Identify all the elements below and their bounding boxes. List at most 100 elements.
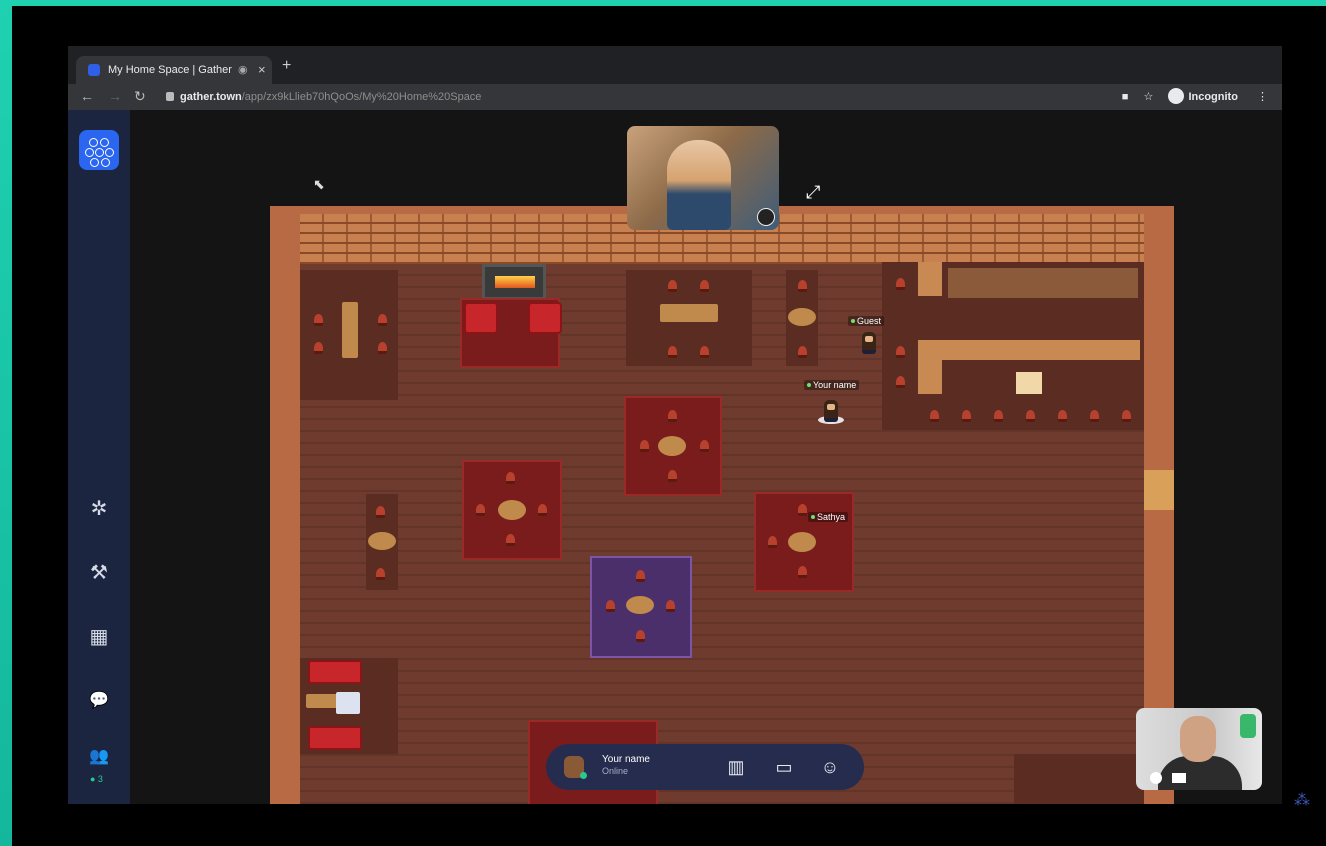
screen-share-icon[interactable]: ▭ <box>772 755 796 779</box>
table <box>658 436 686 456</box>
url-path: /app/zx9kLlieb70hQoOs/My%20Home%20Space <box>241 91 482 103</box>
chair <box>668 470 677 482</box>
video-person <box>667 140 731 230</box>
armchair <box>528 302 562 334</box>
player-tag-self: Your name <box>804 380 860 390</box>
camera-icon[interactable] <box>1172 773 1186 783</box>
tab-bar: My Home Space | Gather ◉ × + <box>68 46 1282 84</box>
hammer-icon[interactable]: ⚒ <box>86 560 112 586</box>
chair <box>930 410 939 422</box>
chair <box>798 504 807 516</box>
chair <box>962 410 971 422</box>
player-name: Your name <box>813 380 857 390</box>
bottom-toolbar: Your name Online ▥ ▭ ☺ <box>546 744 864 790</box>
chair <box>636 570 645 582</box>
chair <box>666 600 675 612</box>
table <box>788 532 816 552</box>
fire <box>495 276 535 288</box>
avatar-face <box>865 336 873 342</box>
incognito-icon[interactable] <box>1168 88 1185 104</box>
online-dot-icon <box>851 319 855 323</box>
bar-counter <box>918 262 942 296</box>
chair <box>1122 410 1131 422</box>
player-name: Sathya <box>817 512 846 522</box>
bookmark-star-icon[interactable]: ☆ <box>1144 91 1154 103</box>
user-name[interactable]: Your name <box>602 754 650 765</box>
camera-indicator-icon[interactable]: ■ <box>1122 91 1129 103</box>
bar-counter <box>918 340 1140 360</box>
chair <box>476 504 485 516</box>
video-feed-remote[interactable] <box>627 126 779 230</box>
gather-favicon-icon <box>88 64 100 76</box>
chair <box>538 504 547 516</box>
gather-logo-icon[interactable] <box>79 130 119 170</box>
user-status: Online <box>602 766 629 776</box>
chair <box>668 280 677 292</box>
forward-icon[interactable]: → <box>108 88 122 104</box>
map-icon[interactable]: ▥ <box>724 755 748 779</box>
table <box>660 304 718 322</box>
chair <box>700 280 709 292</box>
chair <box>506 534 515 546</box>
chair <box>378 314 387 326</box>
browser-tab[interactable]: My Home Space | Gather ◉ × <box>76 56 272 84</box>
chat-icon[interactable]: 💬 <box>86 688 112 714</box>
chair <box>606 600 615 612</box>
recording-icon: ◉ <box>238 64 248 76</box>
gather-sidebar: ✲ ⚒ ▦ 💬 👥 ● 3 <box>68 110 130 804</box>
player-name: Guest <box>857 316 882 326</box>
chair <box>314 314 323 326</box>
chair <box>314 342 323 354</box>
bar-counter <box>918 340 942 394</box>
sofa <box>308 726 362 750</box>
url-field[interactable]: gather.town/app/zx9kLlieb70hQoOs/My%20Ho… <box>160 87 1060 107</box>
game-stage[interactable]: ⬉ Guest Your name Sathya ⤢ Your name Onl… <box>130 110 1282 804</box>
emoji-icon[interactable]: ☺ <box>818 755 842 779</box>
expand-icon[interactable]: ⤢ <box>806 182 820 203</box>
url-host: gather.town <box>180 91 242 103</box>
chair <box>1058 410 1067 422</box>
player-avatar-self[interactable] <box>824 400 838 422</box>
chair <box>1090 410 1099 422</box>
reload-icon[interactable]: ↻ <box>134 88 146 105</box>
browser-menu-icon[interactable]: ⋮ <box>1257 91 1268 103</box>
chair <box>376 506 385 518</box>
teal-frame-left <box>0 0 12 846</box>
background-plant <box>1240 714 1256 738</box>
status-dot-icon <box>580 772 587 779</box>
side-door <box>1144 470 1174 510</box>
table <box>368 532 396 550</box>
table <box>788 308 816 326</box>
browser-window: My Home Space | Gather ◉ × + ← → ↻ gathe… <box>68 46 1282 804</box>
tab-close-button[interactable]: × <box>258 62 266 77</box>
game-map[interactable]: Guest Your name Sathya <box>270 206 1174 804</box>
new-tab-button[interactable]: + <box>282 57 291 75</box>
microphone-icon[interactable] <box>1150 772 1162 784</box>
chair <box>896 278 905 290</box>
back-shelf <box>948 268 1138 298</box>
sofa <box>308 660 362 684</box>
bar-item <box>1016 372 1042 394</box>
chair <box>1026 410 1035 422</box>
player-tag-sathya: Sathya <box>808 512 849 522</box>
video-feed-self[interactable] <box>1136 708 1262 790</box>
settings-icon[interactable]: ✲ <box>86 496 112 522</box>
chair <box>896 376 905 388</box>
chair <box>378 342 387 354</box>
chair <box>798 346 807 358</box>
fireplace <box>482 264 546 300</box>
participant-count: ● 3 <box>90 774 103 784</box>
online-dot-icon <box>807 383 811 387</box>
player-avatar-guest[interactable] <box>862 332 876 354</box>
table <box>306 694 340 708</box>
map-wall-left <box>270 206 300 804</box>
address-actions: ■ ☆ Incognito ⋮ <box>1122 87 1268 107</box>
back-icon[interactable]: ← <box>80 88 94 104</box>
table <box>626 596 654 614</box>
room-corner <box>1014 754 1144 804</box>
calendar-icon[interactable]: ▦ <box>86 624 112 650</box>
mini-avatar-icon <box>757 208 775 226</box>
incognito-label[interactable]: Incognito <box>1188 91 1238 103</box>
participants-icon[interactable]: 👥 <box>86 744 112 770</box>
armchair <box>464 302 498 334</box>
